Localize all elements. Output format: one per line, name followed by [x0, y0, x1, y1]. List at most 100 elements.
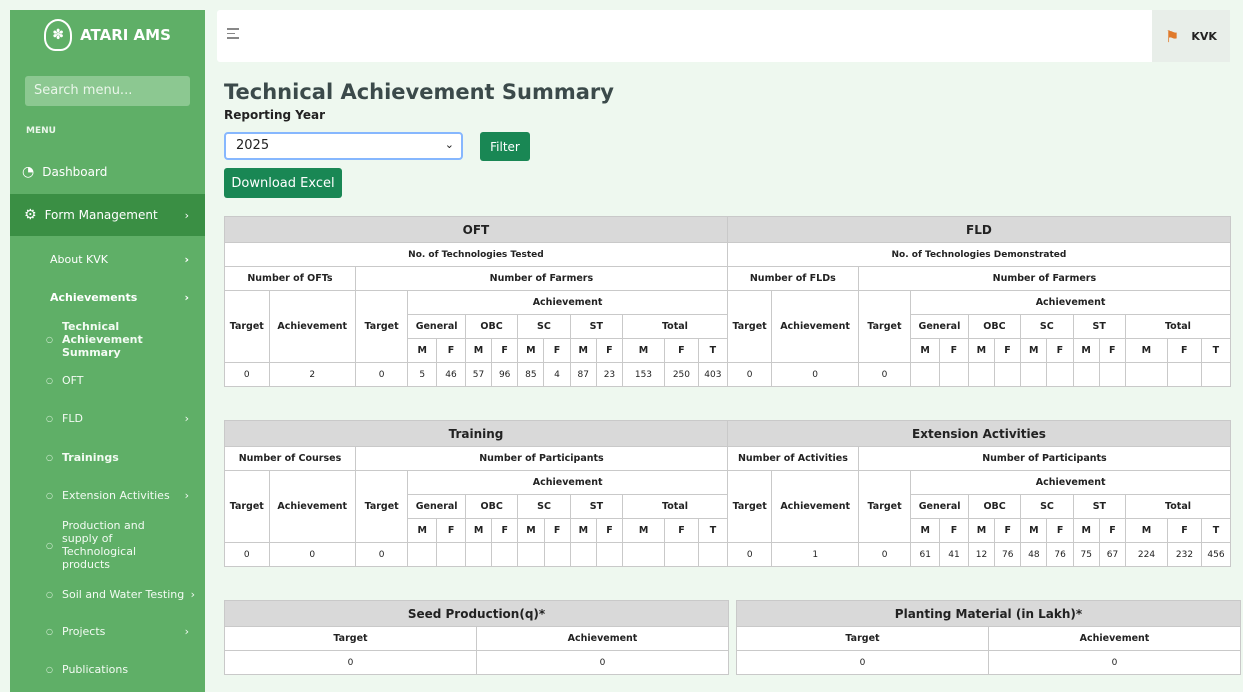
user-name: KVK [1191, 29, 1217, 43]
fld-heading: FLD [726, 216, 1232, 243]
table-cell: 61 [910, 542, 941, 567]
table-cell [1072, 362, 1100, 387]
sidebar-item-label: Soil and Water Testing [62, 587, 185, 601]
circle-icon: ○ [46, 540, 53, 550]
seed-target-value: 0 [224, 650, 477, 675]
target-header: Target [726, 290, 773, 363]
menu-toggle-icon[interactable] [227, 28, 239, 42]
gender-header: M [622, 338, 665, 363]
gender-header: F [595, 518, 624, 543]
oft-heading: OFT [224, 216, 728, 243]
total-t-header: T [698, 518, 728, 543]
planting-target-value: 0 [736, 650, 989, 675]
category-header: OBC [464, 494, 519, 519]
page-title: Technical Achievement Summary [224, 80, 614, 104]
sidebar-item-label: OFT [62, 373, 84, 387]
sidebar-item-extension[interactable]: ○ Extension Activities › [10, 476, 205, 514]
gender-header: M [967, 338, 995, 363]
total-header: Total [622, 314, 728, 339]
year-select[interactable]: 2025 ⌄ [224, 132, 463, 160]
gender-header: F [994, 518, 1022, 543]
gender-header: F [491, 518, 519, 543]
table-cell [1046, 362, 1074, 387]
sidebar-item-fld[interactable]: ○ FLD › [10, 398, 205, 438]
table-cell: 0 [354, 542, 409, 567]
training-heading: Training [224, 420, 728, 447]
table-cell: 0 [857, 542, 912, 567]
sidebar-item-projects[interactable]: ○ Projects › [10, 612, 205, 650]
table-cell: 76 [994, 542, 1022, 567]
table-cell: 232 [1166, 542, 1203, 567]
seed-production-table: Seed Production(q)* Target Achievement 00 [224, 600, 729, 675]
circle-icon: ○ [46, 490, 53, 500]
sidebar-item-production[interactable]: ○ Production and supply of Technological… [10, 514, 180, 576]
download-excel-button[interactable]: Download Excel [224, 168, 342, 198]
sidebar-item-label: Publications [62, 662, 129, 676]
table-cell: 4 [543, 362, 571, 387]
gender-header: F [491, 338, 519, 363]
table-cell [938, 362, 969, 387]
table-cell: 5 [407, 362, 438, 387]
gender-header: M [517, 518, 545, 543]
gender-header: M [569, 518, 597, 543]
sidebar-item-oft[interactable]: ○ OFT [10, 362, 205, 398]
search-input[interactable]: Search menu... [25, 76, 190, 106]
sidebar-item-about-kvk[interactable]: About KVK › [10, 240, 205, 278]
sidebar-item-dashboard[interactable]: ◔ Dashboard [10, 154, 205, 190]
sidebar-item-publications[interactable]: ○ Publications [10, 650, 205, 688]
sidebar-item-achievements[interactable]: Achievements › [10, 278, 205, 316]
table-row: Target Achievement Target Achievement Target… [224, 290, 1231, 363]
table-cell: 46 [436, 362, 466, 387]
table-cell: 0 [268, 542, 356, 567]
sidebar-item-label: Form Management [44, 208, 158, 222]
gender-header: M [464, 518, 493, 543]
chevron-down-icon: ⌄ [444, 138, 454, 151]
table-cell [910, 362, 940, 387]
gender-header: M [910, 518, 941, 543]
table-cell: 85 [517, 362, 545, 387]
table-cell [569, 542, 597, 567]
total-t-header: T [1200, 338, 1232, 363]
category-header: ST [1072, 314, 1126, 339]
table-cell [993, 362, 1022, 387]
table-cell: 403 [697, 362, 728, 387]
table-cell: 250 [663, 362, 699, 387]
table-cell [543, 542, 571, 567]
sidebar: ✽ ATARI AMS Search menu... MENU ◔ Dashbo… [10, 10, 205, 692]
brand[interactable]: ✽ ATARI AMS [10, 10, 205, 60]
user-menu[interactable]: ⚑ KVK [1152, 10, 1230, 62]
flag-icon: ⚑ [1165, 26, 1180, 46]
chevron-right-icon: › [184, 208, 189, 222]
sidebar-item-trainings[interactable]: ○ Trainings [10, 438, 205, 476]
table-row: Target Achievement Target Achievement Target… [224, 470, 1231, 543]
target-header: Target [224, 470, 270, 543]
gender-header: F [1166, 338, 1202, 363]
gender-header: F [993, 338, 1022, 363]
table-cell [663, 542, 700, 567]
gender-header: M [1072, 518, 1100, 543]
fld-farmers-header: Number of Farmers [857, 266, 1232, 291]
table-cell: 57 [464, 362, 493, 387]
table-cell [595, 542, 624, 567]
table-cell [967, 362, 995, 387]
filter-button[interactable]: Filter [480, 132, 530, 161]
gender-header: M [407, 518, 438, 543]
planting-achievement-header: Achievement [988, 626, 1241, 651]
sidebar-item-soil[interactable]: ○ Soil and Water Testing › [10, 576, 205, 612]
achievement-header: Achievement [910, 290, 1231, 315]
gender-header: F [1046, 518, 1074, 543]
table-cell: 87 [569, 362, 597, 387]
sidebar-item-form-management[interactable]: ⚙ Form Management › [10, 194, 205, 236]
table-cell: 456 [1201, 542, 1231, 567]
circle-icon: ○ [46, 626, 53, 636]
table-cell [1020, 362, 1048, 387]
menu-heading: MENU [26, 126, 56, 136]
sidebar-item-technical-summary[interactable]: ○ Technical Achievement Summary [10, 316, 190, 362]
seed-achievement-header: Achievement [476, 626, 729, 651]
total-t-header: T [1201, 518, 1231, 543]
seed-heading: Seed Production(q)* [224, 600, 729, 627]
table-cell [1098, 362, 1126, 387]
table-cell [517, 542, 545, 567]
gender-header: F [939, 518, 969, 543]
table-cell: 48 [1020, 542, 1048, 567]
